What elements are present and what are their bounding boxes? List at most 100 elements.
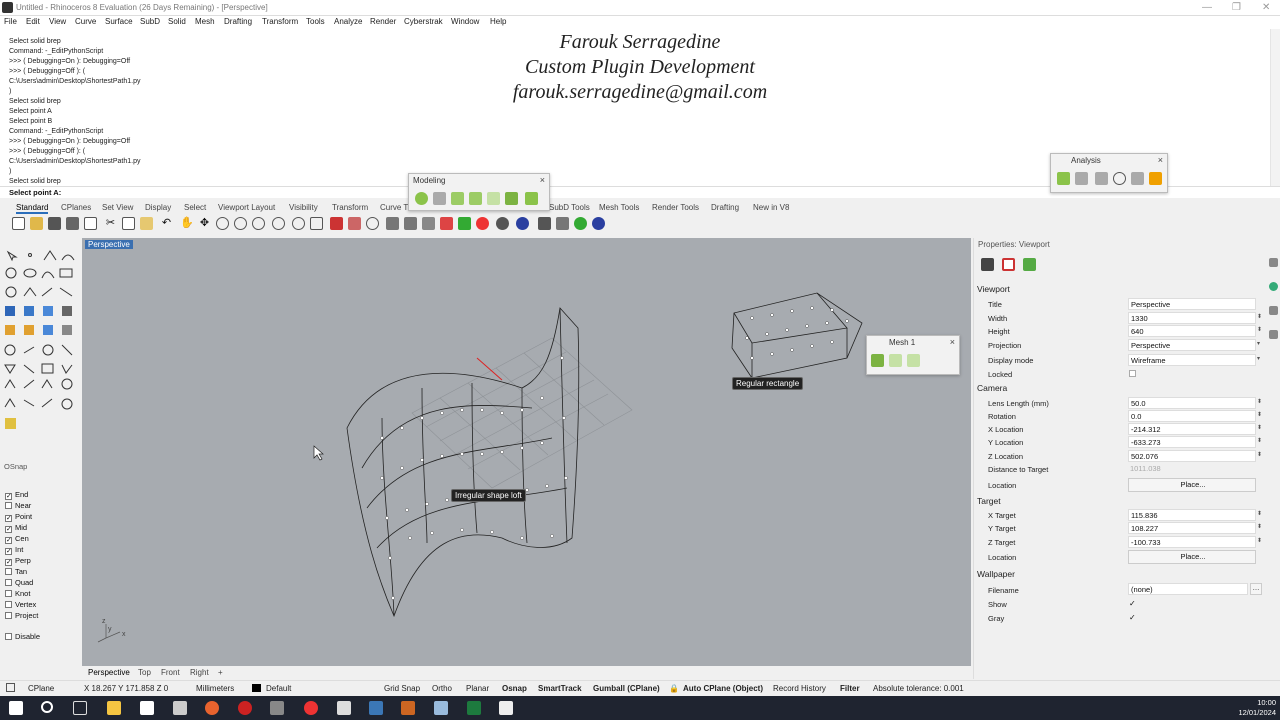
notes-icon[interactable] <box>434 701 448 715</box>
width-field[interactable]: 1330 <box>1128 312 1256 324</box>
system-clock[interactable]: 10:00 12/01/2024 <box>1238 698 1276 718</box>
cplane-label[interactable]: CPlane <box>28 684 54 693</box>
windows-start-icon[interactable] <box>9 701 23 715</box>
excel-icon[interactable] <box>467 701 481 715</box>
osnap-cen-checkbox[interactable]: ✓ <box>5 537 12 544</box>
store-icon[interactable] <box>140 701 154 715</box>
osnap-end-checkbox[interactable]: ✓ <box>5 493 12 500</box>
mesh-patch-icon[interactable] <box>889 354 902 367</box>
locked-checkbox[interactable] <box>1129 370 1136 377</box>
display-tab-icon[interactable] <box>1269 306 1278 315</box>
python-icon[interactable] <box>369 701 383 715</box>
lens-stepper[interactable]: ⬍ <box>1257 398 1262 405</box>
history-scrollbar[interactable] <box>1270 29 1280 186</box>
browse-button[interactable]: … <box>1250 583 1262 595</box>
pan-hand-icon[interactable]: ✋ <box>180 217 194 230</box>
curve-icon[interactable] <box>433 192 446 205</box>
sphere-icon[interactable] <box>516 217 529 230</box>
loft-icon[interactable] <box>415 192 428 205</box>
select-icon[interactable] <box>386 217 399 230</box>
smarttrack-toggle[interactable]: SmartTrack <box>538 684 582 693</box>
layer-icon[interactable] <box>440 217 453 230</box>
tab-select[interactable]: Select <box>184 203 206 212</box>
construction-plane-icon[interactable] <box>330 217 343 230</box>
vp-tab-front[interactable]: Front <box>161 668 180 677</box>
osnap-tan-checkbox[interactable] <box>5 568 12 575</box>
show-checkbox[interactable]: ✓ <box>1129 599 1136 608</box>
osnap-quad-checkbox[interactable] <box>5 579 12 586</box>
osnap-near-checkbox[interactable] <box>5 502 12 509</box>
menu-tools[interactable]: Tools <box>306 17 325 26</box>
menu-render[interactable]: Render <box>370 17 396 26</box>
undo-icon[interactable]: ↶ <box>160 217 173 230</box>
tab-drafting[interactable]: Drafting <box>711 203 739 212</box>
osnap-disable[interactable]: Disable <box>5 632 40 641</box>
lock-icon[interactable]: 🔒 <box>669 684 679 693</box>
zoom-window-icon[interactable] <box>234 217 247 230</box>
viewport-canvas[interactable]: z x y <box>82 238 971 666</box>
x-location-stepper[interactable]: ⬍ <box>1257 424 1262 431</box>
tab-display[interactable]: Display <box>145 203 171 212</box>
rhino-taskbar-icon[interactable] <box>401 701 415 715</box>
osnap-knot[interactable]: Knot <box>5 589 30 598</box>
open-folder-icon[interactable] <box>30 217 43 230</box>
gumball-toggle[interactable]: Gumball (CPlane) <box>593 684 660 693</box>
tab-cplanes[interactable]: CPlanes <box>61 203 91 212</box>
osnap-quad[interactable]: Quad <box>5 578 33 587</box>
chevron-down-icon[interactable]: ▾ <box>1257 340 1260 347</box>
menu-window[interactable]: Window <box>451 17 479 26</box>
camera-icon[interactable] <box>981 258 994 271</box>
menu-drafting[interactable]: Drafting <box>224 17 252 26</box>
menu-surface[interactable]: Surface <box>105 17 133 26</box>
add-viewport-icon[interactable]: + <box>218 668 223 677</box>
close-button[interactable]: ✕ <box>1262 2 1270 13</box>
osnap-perp[interactable]: ✓ Perp <box>5 556 31 566</box>
y-location-field[interactable]: -633.273 <box>1128 436 1256 448</box>
zebra-icon[interactable] <box>1075 172 1088 185</box>
move-icon[interactable]: ✥ <box>198 217 211 230</box>
mesh-grid-icon[interactable] <box>907 354 920 367</box>
grasshopper-icon[interactable] <box>538 217 551 230</box>
layer-color-swatch[interactable] <box>252 684 261 692</box>
vp-tab-right[interactable]: Right <box>190 668 209 677</box>
osnap-tan[interactable]: Tan <box>5 567 27 576</box>
render-icon[interactable] <box>496 217 509 230</box>
y-target-stepper[interactable]: ⬍ <box>1257 523 1262 530</box>
tab-render-tools[interactable]: Render Tools <box>652 203 699 212</box>
opera-icon[interactable] <box>238 701 252 715</box>
menu-file[interactable]: File <box>4 17 17 26</box>
osnap-vertex[interactable]: Vertex <box>5 600 36 609</box>
settings-icon[interactable] <box>173 701 187 715</box>
camera-place-button[interactable]: Place... <box>1128 478 1256 492</box>
osnap-int[interactable]: ✓ Int <box>5 545 23 555</box>
save-icon[interactable] <box>48 217 61 230</box>
menu-edit[interactable]: Edit <box>26 17 40 26</box>
sweep-icon[interactable] <box>469 192 482 205</box>
menu-help[interactable]: Help <box>490 17 506 26</box>
viewport-properties-icon[interactable] <box>1002 258 1015 271</box>
chrome-icon[interactable] <box>304 701 318 715</box>
chevron-down-icon[interactable]: ▾ <box>1257 355 1260 362</box>
cplane-icon[interactable] <box>6 683 15 692</box>
options-icon[interactable] <box>556 217 569 230</box>
osnap-int-checkbox[interactable]: ✓ <box>5 548 12 555</box>
tab-standard[interactable]: Standard <box>16 203 49 214</box>
print-icon[interactable] <box>66 217 79 230</box>
osnap-disable-checkbox[interactable] <box>5 633 12 640</box>
mesh-panel[interactable]: Mesh 1 × <box>866 335 960 375</box>
height-field[interactable]: 640 <box>1128 325 1256 337</box>
osnap-near[interactable]: Near <box>5 501 31 510</box>
osnap-knot-checkbox[interactable] <box>5 590 12 597</box>
import-icon[interactable] <box>84 217 97 230</box>
auto-cplane-toggle[interactable]: Auto CPlane (Object) <box>683 684 763 693</box>
osnap-point-checkbox[interactable]: ✓ <box>5 515 12 522</box>
rotation-stepper[interactable]: ⬍ <box>1257 411 1262 418</box>
help-icon[interactable] <box>592 217 605 230</box>
tab-set-view[interactable]: Set View <box>102 203 133 212</box>
osnap-project-checkbox[interactable] <box>5 612 12 619</box>
width-stepper[interactable]: ⬍ <box>1257 313 1262 320</box>
current-layer[interactable]: Default <box>266 684 291 693</box>
menu-transform[interactable]: Transform <box>262 17 298 26</box>
rotate-view-icon[interactable] <box>292 217 305 230</box>
osnap-project[interactable]: Project <box>5 611 38 620</box>
